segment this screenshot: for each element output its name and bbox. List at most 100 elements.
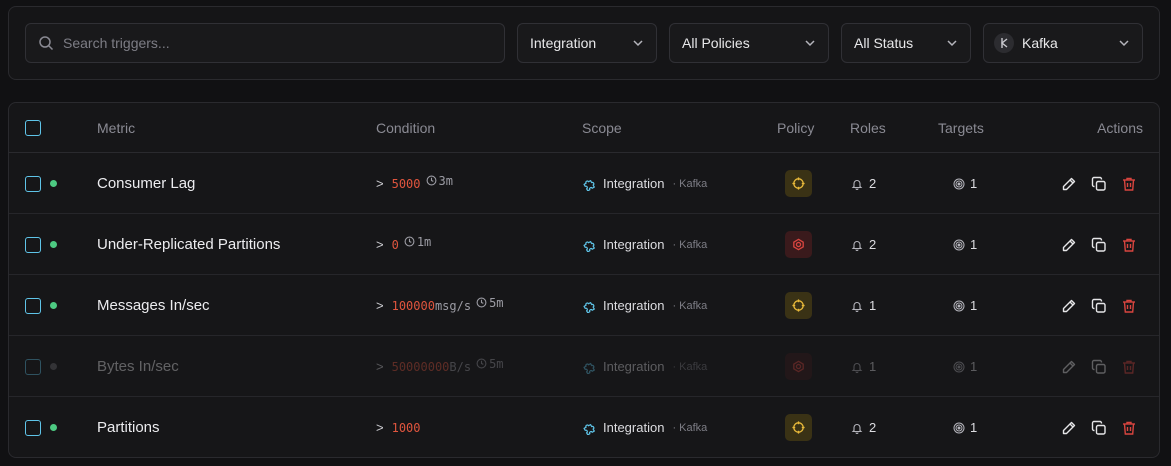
crosshair-icon [791, 420, 806, 435]
pencil-icon[interactable] [1061, 298, 1077, 314]
target-dot-icon [953, 239, 965, 251]
scope-label: Integration [603, 359, 665, 374]
copy-icon[interactable] [1091, 176, 1107, 192]
policies-select[interactable]: All Policies [669, 23, 829, 63]
search-input[interactable]: Search triggers... [25, 23, 505, 63]
targets-count: 1 [970, 359, 978, 374]
scope-label: Integration [603, 298, 665, 313]
roles: 1 [851, 336, 876, 397]
targets-count: 1 [970, 176, 978, 191]
metric-name: Consumer Lag [97, 175, 196, 192]
pencil-icon[interactable] [1061, 359, 1077, 375]
condition-operator: > [376, 359, 384, 374]
roles-count: 2 [869, 237, 877, 252]
chevron-down-icon [804, 37, 816, 49]
table-row[interactable]: Consumer Lag >5000 3m Integration · Kafka 2 1 [9, 153, 1159, 214]
enabled-status-dot [50, 180, 57, 187]
header-metric[interactable]: Metric [97, 103, 135, 153]
targets: 1 [953, 275, 977, 336]
enabled-status-dot [50, 424, 57, 431]
clock-icon [426, 175, 437, 186]
roles-count: 2 [869, 176, 877, 191]
header-targets[interactable]: Targets [938, 103, 984, 153]
trash-icon[interactable] [1121, 298, 1137, 314]
row-checkbox[interactable] [25, 175, 41, 192]
trash-icon[interactable] [1121, 359, 1137, 375]
condition-operator: > [376, 420, 384, 435]
condition: >5000 3m [376, 153, 453, 214]
table-row[interactable]: Bytes In/sec >50000000 B/s 5m Integration · K… [9, 336, 1159, 397]
search-placeholder: Search triggers... [63, 35, 170, 51]
trash-icon[interactable] [1121, 176, 1137, 192]
condition-value: 100000 [391, 298, 435, 313]
roles: 2 [851, 214, 876, 275]
roles-count: 1 [869, 298, 877, 313]
clock-icon [404, 236, 415, 247]
trash-icon[interactable] [1121, 420, 1137, 436]
scope: Integration · Kafka [582, 275, 707, 336]
pencil-icon[interactable] [1061, 176, 1077, 192]
enabled-status-dot [50, 241, 57, 248]
targets-count: 1 [970, 298, 978, 313]
chevron-down-icon [946, 37, 958, 49]
kafka-select-label: Kafka [1022, 35, 1058, 51]
condition-duration: 1m [416, 234, 432, 249]
bell-icon [851, 178, 863, 190]
scope: Integration · Kafka [582, 336, 707, 397]
header-scope[interactable]: Scope [582, 103, 622, 153]
metric-name: Partitions [97, 419, 160, 436]
condition: >100000 msg/s 5m [376, 275, 504, 336]
enabled-status-dot [50, 363, 57, 370]
target-dot-icon [953, 300, 965, 312]
header-condition[interactable]: Condition [376, 103, 435, 153]
target-icon [791, 359, 806, 374]
condition-operator: > [376, 298, 384, 313]
copy-icon[interactable] [1091, 237, 1107, 253]
header-policy[interactable]: Policy [777, 103, 814, 153]
puzzle-icon [582, 237, 597, 252]
roles-count: 2 [869, 420, 877, 435]
integration-select[interactable]: Integration [517, 23, 657, 63]
chevron-down-icon [1118, 37, 1130, 49]
row-checkbox[interactable] [25, 236, 41, 253]
table-row[interactable]: Under-Replicated Partitions >0 1m Integrati… [9, 214, 1159, 275]
trash-icon[interactable] [1121, 237, 1137, 253]
row-checkbox[interactable] [25, 419, 41, 436]
table-row[interactable]: Messages In/sec >100000 msg/s 5m Integration… [9, 275, 1159, 336]
status-select-label: All Status [854, 35, 914, 51]
kafka-select[interactable]: Kafka [983, 23, 1143, 63]
copy-icon[interactable] [1091, 359, 1107, 375]
table-row[interactable]: Partitions >1000 Integration · Kafka 2 1 [9, 397, 1159, 457]
policy-badge[interactable] [785, 170, 812, 197]
condition-unit: msg/s [434, 298, 472, 313]
pencil-icon[interactable] [1061, 237, 1077, 253]
targets: 1 [953, 397, 978, 457]
targets: 1 [953, 336, 977, 397]
bell-icon [851, 300, 863, 312]
row-checkbox[interactable] [25, 358, 41, 375]
roles: 1 [851, 275, 876, 336]
scope-label: Integration [603, 237, 665, 252]
condition-operator: > [376, 176, 384, 191]
puzzle-icon [582, 420, 597, 435]
condition-value: 1000 [391, 420, 421, 435]
targets-count: 1 [970, 420, 978, 435]
status-select[interactable]: All Status [841, 23, 971, 63]
policy-badge[interactable] [785, 231, 812, 258]
header-roles[interactable]: Roles [850, 103, 886, 153]
metric-name: Messages In/sec [97, 297, 210, 314]
policy-badge[interactable] [785, 353, 812, 380]
policy-badge[interactable] [785, 292, 812, 319]
target-dot-icon [953, 178, 965, 190]
targets-count: 1 [970, 237, 978, 252]
policy-badge[interactable] [785, 414, 812, 441]
copy-icon[interactable] [1091, 298, 1107, 314]
pencil-icon[interactable] [1061, 420, 1077, 436]
scope-label: Integration [603, 420, 665, 435]
row-checkbox[interactable] [25, 297, 41, 314]
targets: 1 [953, 153, 977, 214]
bell-icon [851, 239, 863, 251]
copy-icon[interactable] [1091, 420, 1107, 436]
puzzle-icon [582, 359, 597, 374]
select-all-checkbox[interactable] [25, 120, 41, 136]
